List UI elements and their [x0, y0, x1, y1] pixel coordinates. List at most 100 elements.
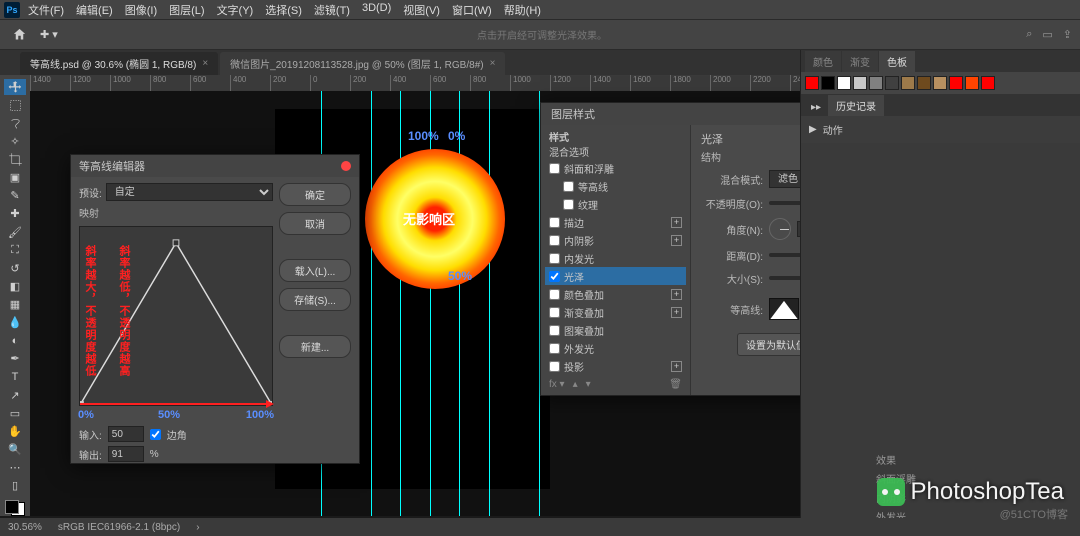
swatch[interactable] — [949, 76, 963, 90]
fx-icon[interactable]: fx ▾ — [549, 379, 565, 390]
input-field[interactable] — [108, 426, 144, 442]
ls-item-渐变叠加[interactable]: 渐变叠加+ — [545, 303, 686, 321]
swatch[interactable] — [853, 76, 867, 90]
menu-滤镜(T)[interactable]: 滤镜(T) — [308, 0, 356, 20]
ls-item-内阴影[interactable]: 内阴影+ — [545, 231, 686, 249]
swatch[interactable] — [901, 76, 915, 90]
ls-item-纹理[interactable]: 纹理 — [545, 195, 686, 213]
add-effect-icon[interactable]: + — [671, 361, 682, 372]
hand-tool[interactable]: ✋ — [4, 423, 26, 439]
dodge-tool[interactable]: ◐ — [4, 333, 26, 349]
ls-blend-options[interactable]: 混合选项 — [545, 144, 686, 159]
search-icon[interactable]: ⌕ — [1026, 28, 1032, 41]
corner-checkbox[interactable] — [150, 429, 161, 440]
ls-item-颜色叠加[interactable]: 颜色叠加+ — [545, 285, 686, 303]
contour-graph[interactable]: 斜率越大，不透明度越低 斜率越低，不透明度越高 0% 50% 100% — [79, 226, 273, 406]
menu-帮助(H)[interactable]: 帮助(H) — [498, 0, 547, 20]
edit-toolbar-icon[interactable]: ▯ — [4, 478, 26, 494]
type-tool[interactable]: T — [4, 369, 26, 385]
blur-tool[interactable]: 💧 — [4, 315, 26, 331]
menu-文件(F)[interactable]: 文件(F) — [22, 0, 70, 20]
add-icon[interactable]: ✚ ▾ — [40, 25, 58, 45]
swatch[interactable] — [837, 76, 851, 90]
ls-item-图案叠加[interactable]: 图案叠加 — [545, 321, 686, 339]
ls-item-斜面和浮雕[interactable]: 斜面和浮雕 — [545, 159, 686, 177]
menu-3D(D)[interactable]: 3D(D) — [356, 0, 397, 20]
add-effect-icon[interactable]: + — [671, 235, 682, 246]
chevron-right-icon[interactable]: › — [196, 522, 199, 533]
tab-color[interactable]: 颜色 — [805, 51, 841, 72]
ls-item-等高线[interactable]: 等高线 — [545, 177, 686, 195]
tab-gradient[interactable]: 渐变 — [842, 51, 878, 72]
ls-item-checkbox[interactable] — [549, 343, 560, 354]
cancel-button[interactable]: 取消 — [279, 212, 351, 235]
down-icon[interactable]: ▾ — [586, 379, 591, 390]
swatch[interactable] — [981, 76, 995, 90]
lasso-tool[interactable] — [4, 115, 26, 131]
close-icon[interactable] — [341, 161, 351, 171]
move-tool[interactable] — [4, 79, 26, 95]
save-button[interactable]: 存储(S)... — [279, 288, 351, 311]
home-icon[interactable] — [8, 25, 30, 45]
angle-dial[interactable] — [769, 218, 791, 240]
ls-item-光泽[interactable]: 光泽 — [545, 267, 686, 285]
zoom-tool[interactable]: 🔍 — [4, 442, 26, 458]
ls-item-checkbox[interactable] — [549, 235, 560, 246]
menu-文字(Y)[interactable]: 文字(Y) — [211, 0, 260, 20]
ls-item-checkbox[interactable] — [549, 325, 560, 336]
path-tool[interactable]: ↗ — [4, 387, 26, 403]
zoom-level[interactable]: 30.56% — [8, 522, 42, 533]
menu-图层(L)[interactable]: 图层(L) — [163, 0, 210, 20]
ls-item-checkbox[interactable] — [549, 253, 560, 264]
preset-select[interactable]: 自定 — [106, 183, 273, 201]
effect-item[interactable]: 效果 — [870, 450, 1070, 469]
color-swatches[interactable] — [5, 500, 25, 516]
ls-item-外发光[interactable]: 外发光 — [545, 339, 686, 357]
ls-item-checkbox[interactable] — [549, 361, 560, 372]
heal-tool[interactable]: ✚ — [4, 206, 26, 222]
swatch[interactable] — [821, 76, 835, 90]
menu-编辑(E)[interactable]: 编辑(E) — [70, 0, 119, 20]
swatch[interactable] — [805, 76, 819, 90]
document-tab[interactable]: 等高线.psd @ 30.6% (椭圆 1, RGB/8)× — [20, 52, 218, 75]
menu-图像(I)[interactable]: 图像(I) — [119, 0, 163, 20]
history-brush-tool[interactable]: ↺ — [4, 260, 26, 276]
marquee-tool[interactable] — [4, 97, 26, 113]
history-item[interactable]: ▶动作 — [809, 120, 1072, 139]
menu-选择(S)[interactable]: 选择(S) — [259, 0, 308, 20]
swatch[interactable] — [917, 76, 931, 90]
up-icon[interactable]: ▴ — [573, 379, 578, 390]
eyedropper-tool[interactable]: ✎ — [4, 188, 26, 204]
ls-item-checkbox[interactable] — [549, 163, 560, 174]
guide-line[interactable] — [371, 91, 372, 516]
ls-item-内发光[interactable]: 内发光 — [545, 249, 686, 267]
swatch[interactable] — [933, 76, 947, 90]
ok-button[interactable]: 确定 — [279, 183, 351, 206]
guide-line[interactable] — [489, 91, 490, 516]
shape-tool[interactable]: ▭ — [4, 405, 26, 421]
gradient-tool[interactable]: ▦ — [4, 297, 26, 313]
swatch[interactable] — [869, 76, 883, 90]
ls-item-投影[interactable]: 投影+ — [545, 357, 686, 375]
add-effect-icon[interactable]: + — [671, 217, 682, 228]
swatch[interactable] — [885, 76, 899, 90]
contour-dialog-title-bar[interactable]: 等高线编辑器 — [71, 155, 359, 177]
menu-视图(V)[interactable]: 视图(V) — [397, 0, 446, 20]
document-tab[interactable]: 微信图片_20191208113528.jpg @ 50% (图层 1, RGB… — [220, 52, 505, 75]
ls-item-checkbox[interactable] — [549, 289, 560, 300]
menu-窗口(W)[interactable]: 窗口(W) — [446, 0, 498, 20]
tab-close-icon[interactable]: × — [202, 58, 208, 69]
crop-tool[interactable] — [4, 152, 26, 168]
ls-styles-header[interactable]: 样式 — [545, 129, 686, 144]
workspace-icon[interactable]: ▭ — [1042, 28, 1052, 41]
add-effect-icon[interactable]: + — [671, 307, 682, 318]
tab-close-icon[interactable]: × — [490, 58, 496, 69]
trash-icon[interactable]: 🗑 — [669, 379, 682, 390]
ls-item-描边[interactable]: 描边+ — [545, 213, 686, 231]
share-icon[interactable]: ⇪ — [1063, 28, 1072, 41]
history-toggle-icon[interactable]: ▸▸ — [805, 99, 827, 116]
new-button[interactable]: 新建... — [279, 335, 351, 358]
output-field[interactable] — [108, 446, 144, 462]
ls-item-checkbox[interactable] — [549, 307, 560, 318]
stamp-tool[interactable]: ⛶ — [4, 242, 26, 258]
